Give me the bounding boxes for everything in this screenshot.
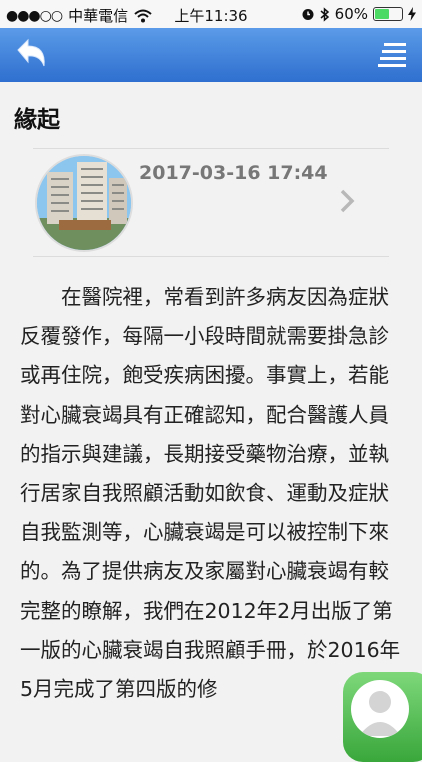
status-bar: ●●●○○ 中華電信 上午11:36 60%	[0, 0, 422, 28]
divider	[33, 256, 389, 257]
battery-percent: 60%	[334, 5, 368, 23]
alarm-icon	[302, 9, 314, 20]
article-paragraph: 在醫院裡，常看到許多病友因為症狀反覆發作，每隔一小段時間就需要掛急診或再住院，飽…	[20, 285, 401, 702]
battery-icon	[373, 7, 403, 21]
charging-icon	[408, 7, 416, 21]
divider	[33, 148, 389, 149]
status-right: 60%	[301, 5, 416, 23]
chevron-right-icon[interactable]	[339, 188, 355, 214]
floating-profile-button[interactable]	[343, 672, 422, 762]
bluetooth-icon	[320, 6, 329, 22]
article-card[interactable]: 2017-03-16 17:44	[33, 148, 389, 258]
article-body: 在醫院裡，常看到許多病友因為症狀反覆發作，每隔一小段時間就需要掛急診或再住院，飽…	[20, 278, 406, 709]
hospital-building-image	[35, 154, 133, 252]
user-avatar-icon	[351, 680, 409, 738]
page-title: 緣起	[14, 107, 60, 133]
list-menu-icon[interactable]	[378, 41, 408, 69]
back-arrow-icon[interactable]	[12, 36, 52, 74]
post-date: 2017-03-16 17:44	[139, 162, 328, 184]
battery-level	[375, 9, 390, 19]
app-header	[0, 28, 422, 82]
